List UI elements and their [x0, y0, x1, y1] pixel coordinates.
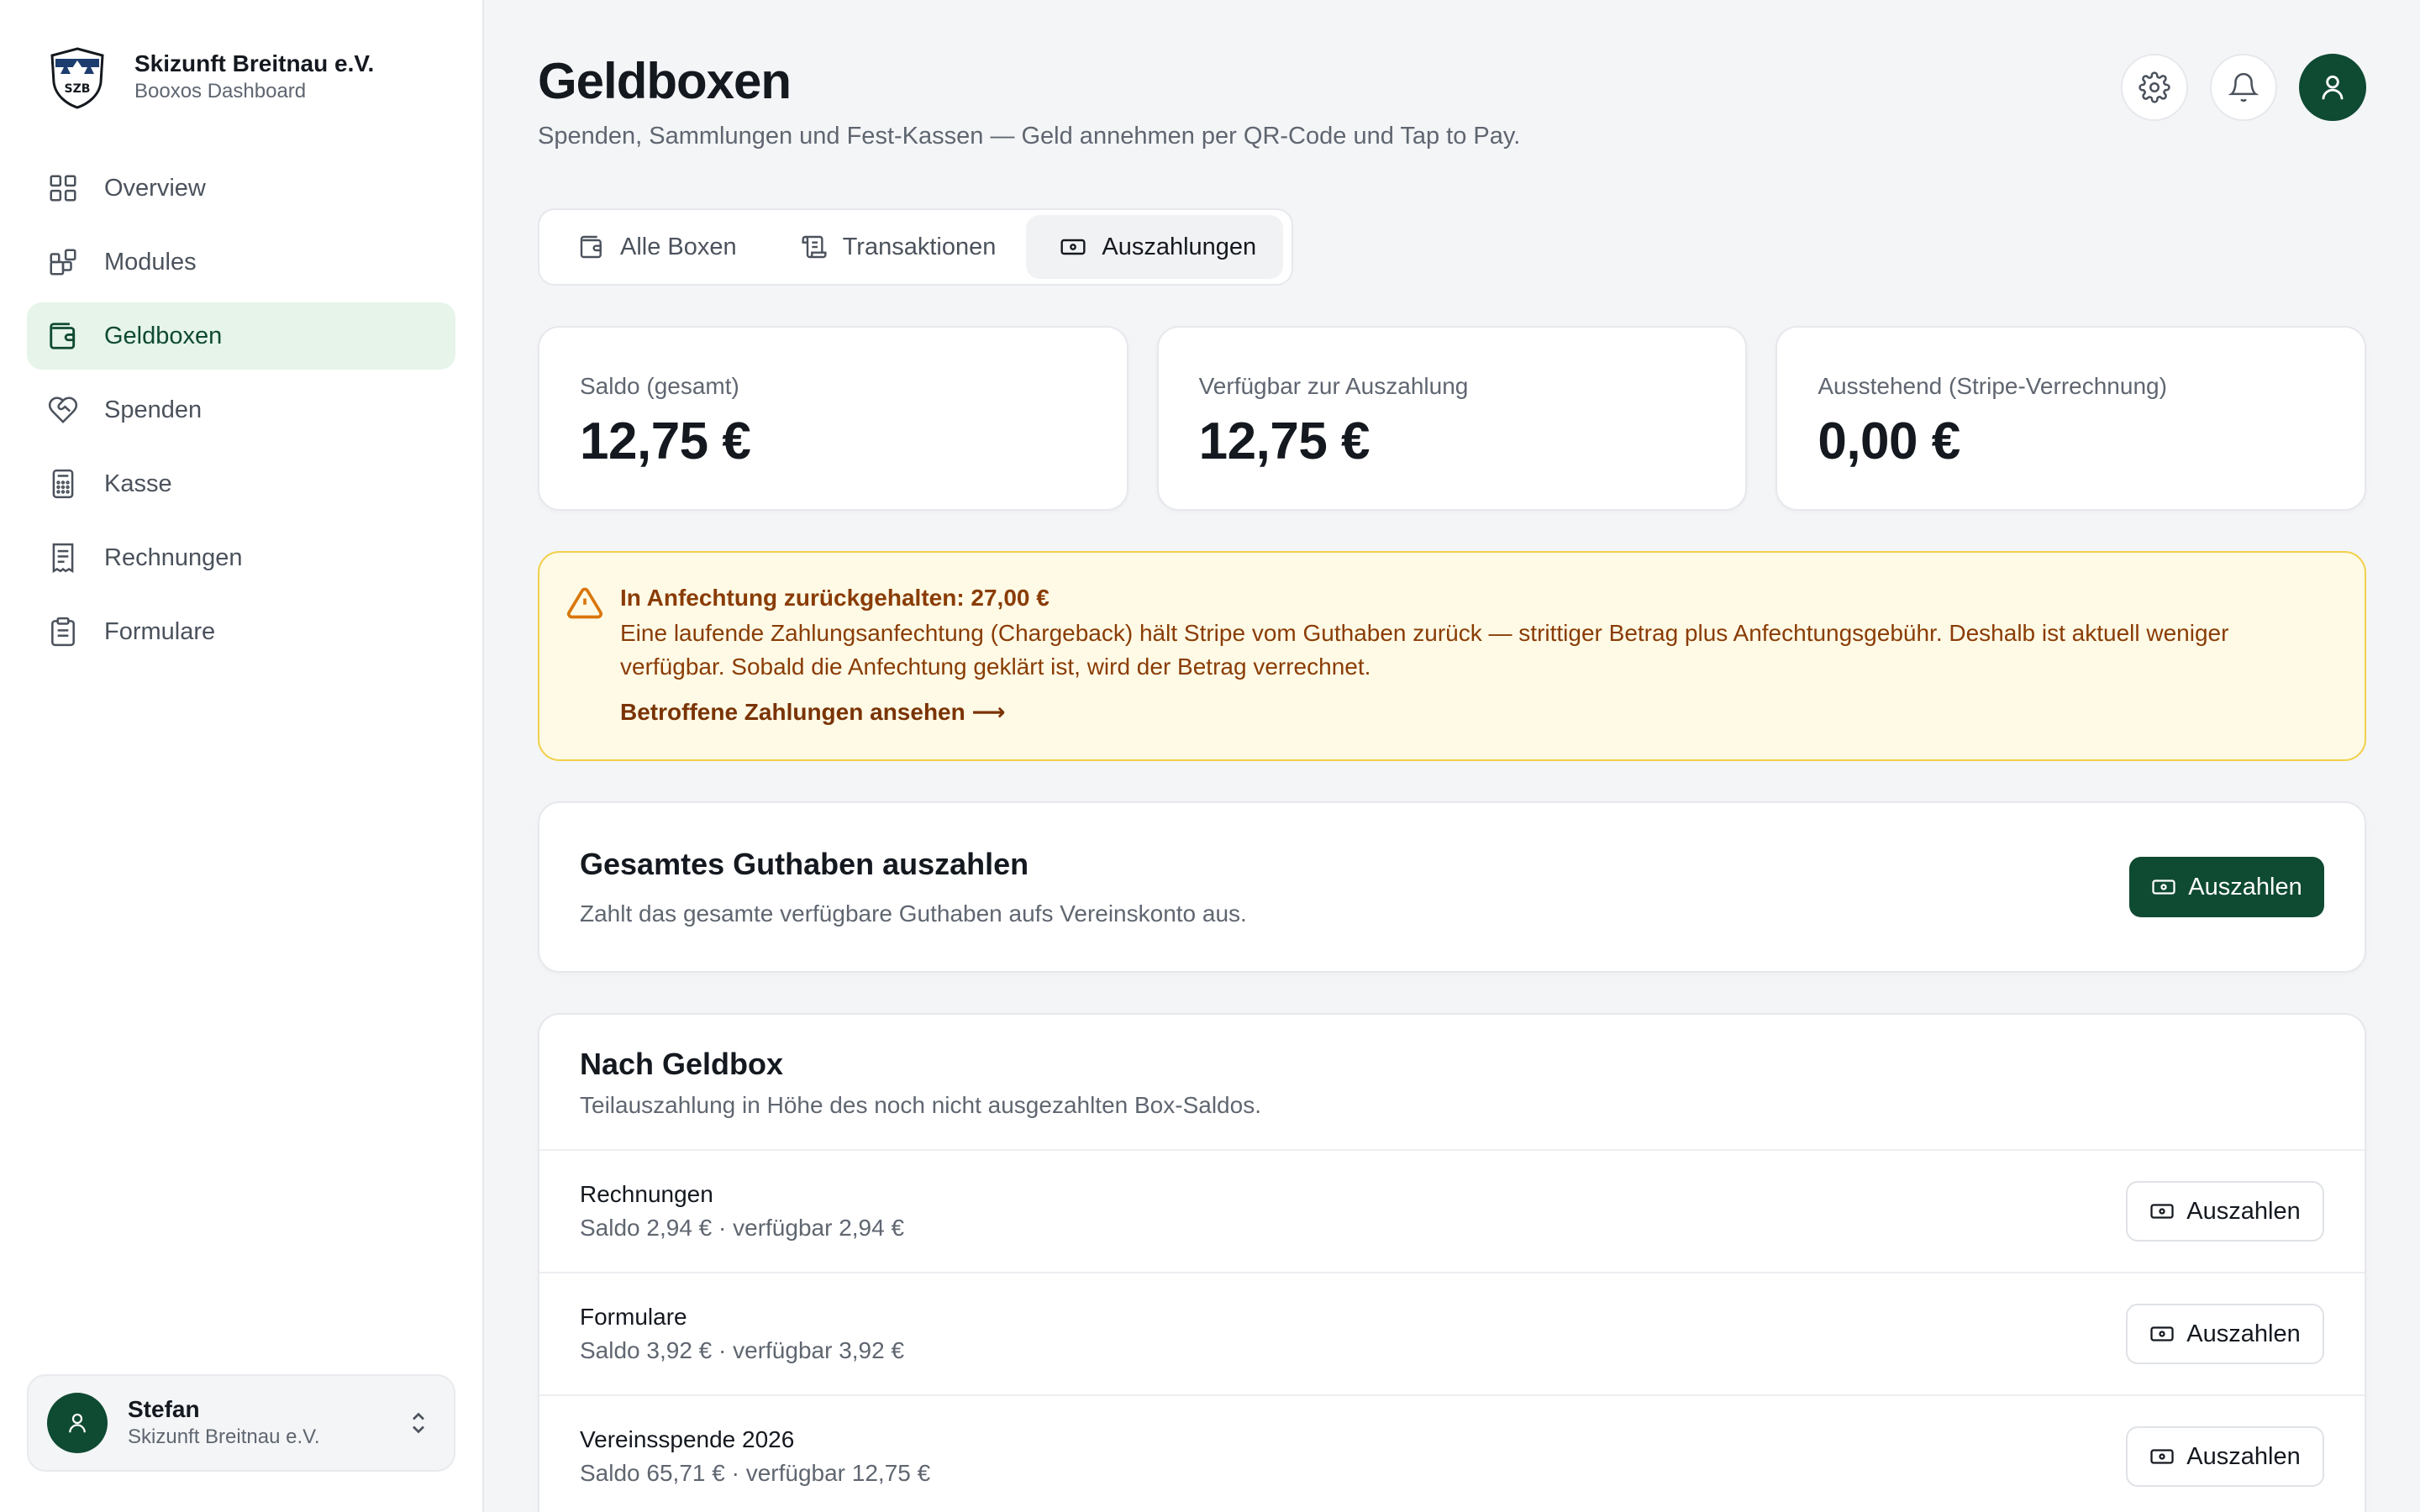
stat-value: 12,75 € — [580, 412, 751, 470]
stat-value: 0,00 € — [1818, 412, 1960, 470]
warning-triangle-icon — [567, 587, 602, 619]
card-description: Zahlt das gesamte verfügbare Guthaben au… — [580, 900, 1247, 927]
sidebar-item-label: Spenden — [104, 396, 203, 423]
header-actions — [2121, 54, 2366, 121]
svg-text:SZB: SZB — [65, 82, 91, 96]
chevrons-up-down-icon — [413, 1412, 424, 1434]
tab-label: Transaktionen — [842, 233, 997, 260]
stat-label: Saldo (gesamt) — [580, 373, 739, 399]
modules-icon — [50, 249, 76, 276]
sidebar-item-label: Kasse — [104, 470, 172, 497]
sidebar-nav: Overview Modules Geldboxen Spenden Kasse… — [27, 155, 455, 672]
gear-icon — [2139, 71, 2170, 103]
payout-box-button[interactable]: Auszahlen — [2126, 1304, 2324, 1364]
sidebar-item-label: Rechnungen — [104, 543, 243, 571]
stat-label: Ausstehend (Stripe-Verrechnung) — [1818, 373, 2167, 399]
wallet-icon — [50, 323, 76, 349]
banknote-icon — [1060, 239, 1086, 255]
stat-card-saldo: Saldo (gesamt) 12,75 € — [538, 326, 1128, 511]
button-label: Auszahlen — [2188, 873, 2302, 900]
page-title: Geldboxen — [538, 53, 792, 109]
box-balance: Saldo 65,71 € · verfügbar 12,75 € — [580, 1460, 931, 1486]
page-subtitle: Spenden, Sammlungen und Fest-Kassen — Ge… — [538, 123, 1521, 150]
stat-label: Verfügbar zur Auszahlung — [1198, 373, 1469, 399]
payout-all-card: Gesamtes Guthaben auszahlen Zahlt das ge… — [538, 801, 2366, 973]
banknote-icon — [2150, 1326, 2174, 1341]
brand[interactable]: SZB Skizunft Breitnau e.V. Booxos Dashbo… — [47, 45, 374, 109]
user-name: Stefan — [128, 1396, 200, 1422]
calculator-icon — [52, 469, 74, 499]
sidebar-item-overview[interactable]: Overview — [27, 155, 455, 222]
sidebar-item-label: Overview — [104, 174, 206, 202]
sidebar-item-modules[interactable]: Modules — [27, 228, 455, 296]
warning-title: In Anfechtung zurückgehalten: 27,00 € — [620, 585, 1050, 611]
sidebar-item-kasse[interactable]: Kasse — [27, 450, 455, 517]
card-title: Gesamtes Guthaben auszahlen — [580, 847, 1029, 881]
sidebar-item-formulare[interactable]: Formulare — [27, 598, 455, 665]
list-item: Rechnungen Saldo 2,94 € · verfügbar 2,94… — [539, 1149, 2365, 1272]
balance-stats: Saldo (gesamt) 12,75 € Verfügbar zur Aus… — [538, 326, 2367, 511]
box-balance: Saldo 3,92 € · verfügbar 3,92 € — [580, 1337, 905, 1363]
receipt-icon — [52, 543, 74, 574]
grid-icon — [50, 175, 76, 202]
club-logo: SZB — [50, 47, 104, 109]
bell-icon — [2228, 72, 2260, 102]
notifications-button[interactable] — [2210, 54, 2277, 121]
payout-box-button[interactable]: Auszahlen — [2126, 1181, 2324, 1242]
scroll-icon — [802, 235, 827, 259]
user-icon — [2322, 75, 2344, 100]
tab-auszahlungen[interactable]: Auszahlungen — [1026, 215, 1284, 279]
payout-box-button[interactable]: Auszahlen — [2126, 1426, 2324, 1487]
card-title: Nach Geldbox — [580, 1047, 784, 1081]
box-name: Formulare — [580, 1304, 687, 1330]
stat-value: 12,75 € — [1198, 412, 1370, 470]
banknote-icon — [2150, 1449, 2174, 1464]
heart-handshake-icon — [48, 396, 78, 424]
tab-alle-boxen[interactable]: Alle Boxen — [544, 215, 764, 279]
tab-label: Auszahlungen — [1102, 233, 1257, 260]
wallet-icon — [580, 235, 602, 259]
chargeback-warning: In Anfechtung zurückgehalten: 27,00 € Ei… — [538, 551, 2366, 761]
payout-all-button[interactable]: Auszahlen — [2129, 857, 2324, 917]
sidebar-item-label: Modules — [104, 248, 197, 276]
box-balance: Saldo 2,94 € · verfügbar 2,94 € — [580, 1215, 905, 1241]
brand-subtitle: Booxos Dashboard — [134, 80, 307, 102]
box-name: Vereinsspende 2026 — [580, 1426, 795, 1452]
user-switcher[interactable]: Stefan Skizunft Breitnau e.V. — [27, 1374, 455, 1472]
user-org: Skizunft Breitnau e.V. — [128, 1425, 320, 1448]
affected-payments-link[interactable]: Betroffene Zahlungen ansehen ⟶ — [620, 696, 1006, 729]
sidebar-item-rechnungen[interactable]: Rechnungen — [27, 524, 455, 591]
button-label: Auszahlen — [2186, 1197, 2301, 1225]
sidebar-item-spenden[interactable]: Spenden — [27, 376, 455, 444]
sidebar-item-geldboxen[interactable]: Geldboxen — [27, 302, 455, 370]
sidebar: SZB Skizunft Breitnau e.V. Booxos Dashbo… — [0, 0, 484, 1512]
button-label: Auszahlen — [2186, 1442, 2301, 1470]
settings-button[interactable] — [2121, 54, 2188, 121]
clipboard-icon — [51, 617, 75, 647]
sidebar-item-label: Formulare — [104, 617, 216, 645]
list-item: Vereinsspende 2026 Saldo 65,71 € · verfü… — [539, 1394, 2365, 1512]
list-item: Formulare Saldo 3,92 € · verfügbar 3,92 … — [539, 1272, 2365, 1394]
brand-name: Skizunft Breitnau e.V. — [134, 50, 375, 76]
warning-text: Eine laufende Zahlungsanfechtung (Charge… — [620, 620, 2229, 680]
payout-by-box-card: Nach Geldbox Teilauszahlung in Höhe des … — [538, 1013, 2366, 1512]
tab-bar: Alle Boxen Transaktionen Auszahlungen — [538, 208, 1294, 286]
stat-card-ausstehend: Ausstehend (Stripe-Verrechnung) 0,00 € — [1776, 326, 2367, 511]
avatar — [47, 1393, 108, 1453]
profile-button[interactable] — [2299, 54, 2366, 121]
tab-label: Alle Boxen — [620, 233, 737, 260]
box-name: Rechnungen — [580, 1181, 713, 1207]
sidebar-item-label: Geldboxen — [104, 322, 223, 349]
banknote-icon — [2152, 879, 2175, 895]
button-label: Auszahlen — [2186, 1320, 2301, 1347]
banknote-icon — [2150, 1204, 2174, 1219]
card-description: Teilauszahlung in Höhe des noch nicht au… — [580, 1092, 1261, 1118]
tab-transaktionen[interactable]: Transaktionen — [767, 215, 1023, 279]
user-icon — [69, 1413, 86, 1433]
stat-card-verfuegbar: Verfügbar zur Auszahlung 12,75 € — [1156, 326, 1748, 511]
